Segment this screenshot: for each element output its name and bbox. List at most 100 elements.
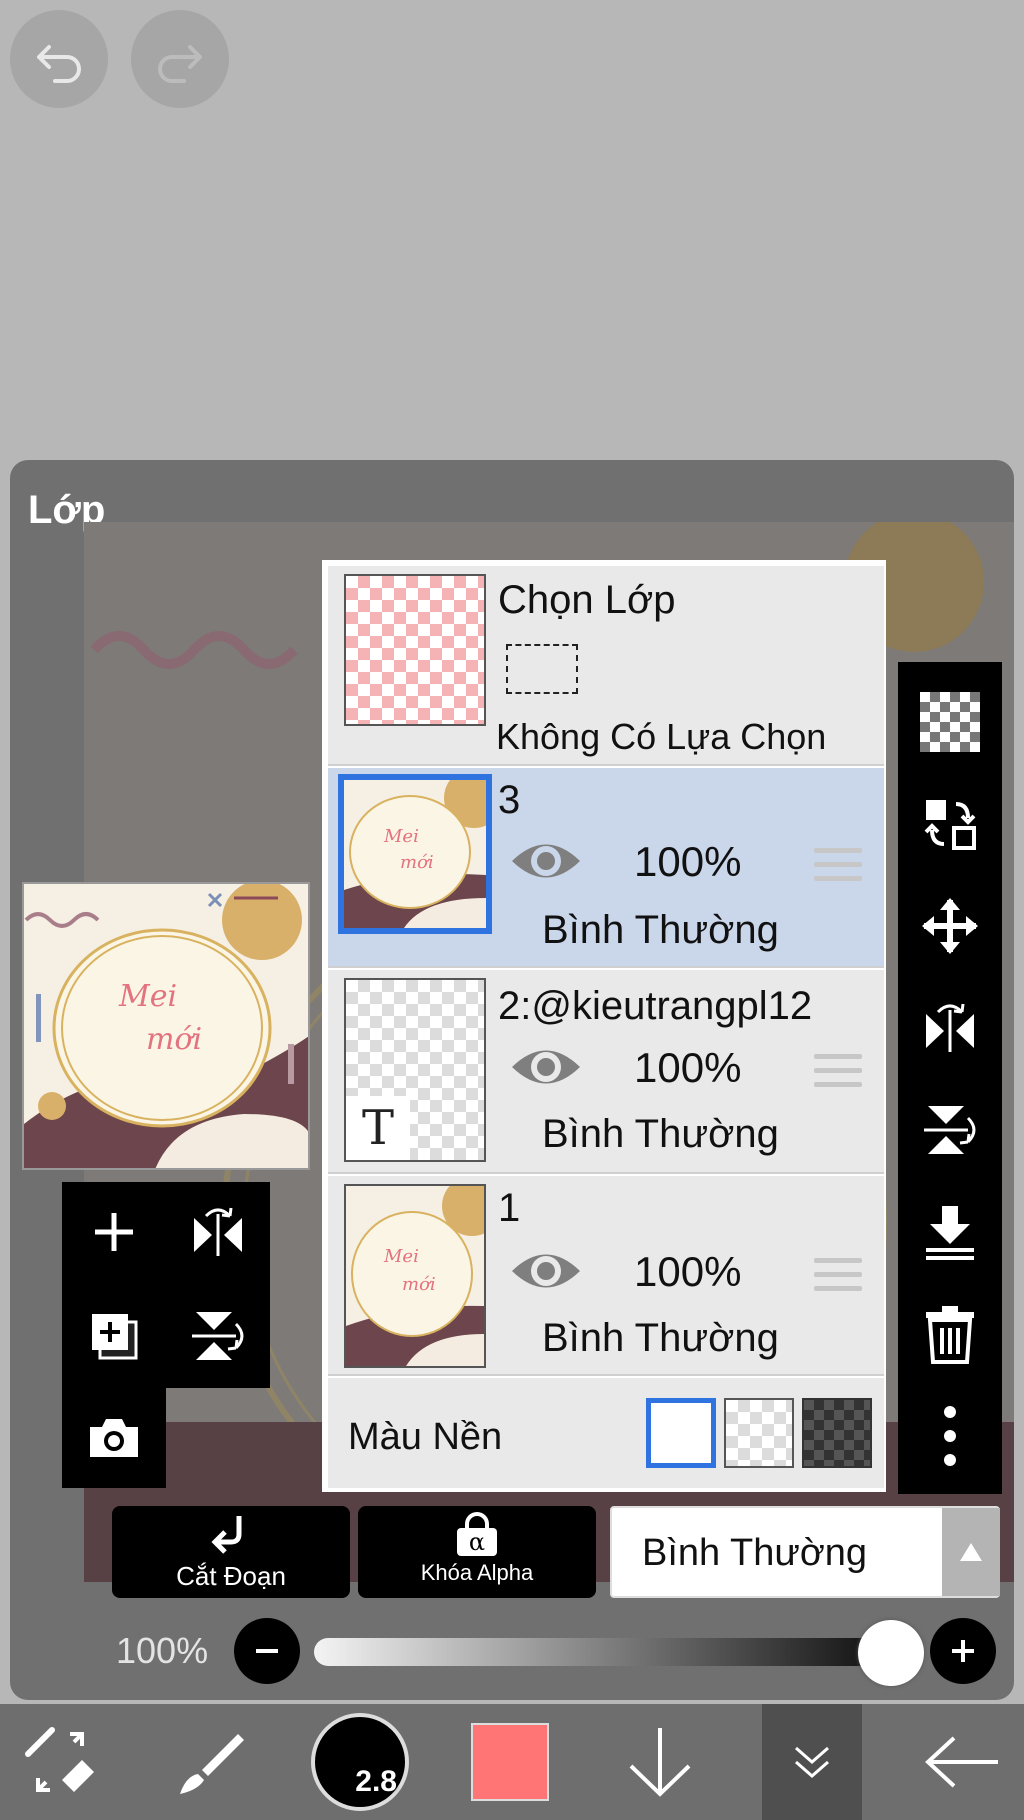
opacity-decrease-button[interactable] (234, 1618, 300, 1684)
layer-1-drag-handle[interactable] (814, 1258, 862, 1300)
layer-2-blend-mode: Bình Thường (542, 1112, 779, 1156)
background-white-swatch[interactable] (646, 1398, 716, 1468)
brush-eraser-swap-icon (25, 1727, 94, 1792)
layer-2-thumbnail: T (344, 978, 486, 1162)
clipping-button[interactable]: Cắt Đoạn (112, 1506, 350, 1598)
move-layer-down-button[interactable] (600, 1704, 720, 1820)
layer-1-name: 1 (498, 1186, 521, 1230)
opacity-increase-button[interactable] (930, 1618, 996, 1684)
eye-icon (512, 1050, 580, 1084)
camera-button[interactable] (62, 1388, 166, 1488)
bottom-toolbar: 2.8 (0, 1704, 1024, 1820)
layer-3-opacity: 100% (634, 838, 742, 885)
background-transparent-swatch[interactable] (724, 1398, 794, 1468)
trash-icon (926, 1306, 974, 1364)
delete-layer-button[interactable] (898, 1284, 1002, 1384)
canvas-preview: Mei mới (22, 882, 310, 1170)
background-color-label: Màu Nền (348, 1416, 503, 1458)
left-tool-palette (62, 1182, 270, 1488)
opacity-label: 100% (116, 1630, 209, 1671)
layer-3-thumbnail-art: Mei mới (344, 780, 486, 928)
flip-h-icon (194, 1207, 242, 1256)
preview-artwork: Mei mới (24, 884, 308, 1168)
plus-icon (952, 1640, 974, 1662)
brush-icon (180, 1734, 244, 1794)
layer-3-thumbnail: Mei mới (338, 774, 492, 934)
layer-2-name: 2:@kieutrangpl12 (498, 984, 813, 1028)
brush-size-indicator: 2.8 (311, 1713, 409, 1811)
redo-icon (158, 45, 202, 83)
arrow-left-icon (925, 1736, 998, 1788)
back-button[interactable] (900, 1704, 1024, 1820)
blend-mode-select[interactable]: Bình Thường (610, 1506, 1000, 1598)
duplicate-layer-button[interactable] (62, 1286, 166, 1386)
flip-v-icon (192, 1312, 244, 1360)
opacity-slider-track[interactable] (314, 1638, 880, 1666)
layer-2-visibility-toggle[interactable] (508, 1042, 584, 1097)
flip-v-button[interactable] (166, 1286, 270, 1386)
double-chevron-down-icon (795, 1746, 829, 1778)
triangle-up-icon (960, 1543, 982, 1561)
layer-1-visibility-toggle[interactable] (508, 1246, 584, 1301)
redo-button[interactable] (131, 10, 229, 108)
arrow-down-icon (629, 1728, 691, 1797)
camera-icon (90, 1419, 138, 1457)
alpha-glyph: α (457, 1528, 497, 1556)
layer-2-drag-handle[interactable] (814, 1054, 862, 1096)
selection-layer-subtitle: Không Có Lựa Chọn (496, 716, 827, 757)
checker-fill-button[interactable] (898, 672, 1002, 772)
layer-2-opacity: 100% (634, 1044, 742, 1091)
transfer-button[interactable] (898, 774, 1002, 874)
layer-1-thumbnail-art: Mei mới (346, 1186, 484, 1366)
duplicate-layer-icon (92, 1314, 138, 1360)
add-layer-icon (95, 1213, 133, 1251)
preview-text-1: Mei (118, 979, 177, 1014)
brush-size-button[interactable]: 2.8 (300, 1704, 420, 1820)
layer-row-3[interactable]: Mei mới 3 100% Bình Thường (328, 768, 884, 968)
layer-1-thumb-text-2: mới (402, 1274, 436, 1295)
layer-row-1[interactable]: Mei mới 1 100% Bình Thường (328, 1176, 884, 1376)
checker-icon (920, 692, 980, 752)
opacity-slider-thumb[interactable] (858, 1620, 924, 1686)
brush-tool-button[interactable] (150, 1704, 270, 1820)
layer-3-visibility-toggle[interactable] (508, 836, 584, 891)
background-color-row: Màu Nền (328, 1378, 884, 1488)
layer-row-2[interactable]: T 2:@kieutrangpl12 100% Bình Thường (328, 970, 884, 1174)
flip-h-button[interactable] (166, 1182, 270, 1282)
flip-horizontal-button[interactable] (898, 978, 1002, 1078)
clipping-label: Cắt Đoạn (176, 1561, 286, 1591)
text-layer-glyph: T (346, 1096, 410, 1160)
move-button[interactable] (898, 876, 1002, 976)
layer-3-thumb-text-2: mới (400, 852, 434, 873)
background-dark-swatch[interactable] (802, 1398, 872, 1468)
clipping-arrow-icon (211, 1516, 242, 1554)
brush-eraser-toggle-button[interactable] (0, 1704, 120, 1820)
layer-panel-toggle-button[interactable] (762, 1704, 862, 1820)
undo-button[interactable] (10, 10, 108, 108)
alpha-lock-button[interactable]: α Khóa Alpha (358, 1506, 596, 1598)
preview-text-2: mới (146, 1022, 202, 1057)
move-icon (922, 898, 978, 954)
selection-layer-row[interactable]: Chọn Lớp Không Có Lựa Chọn (328, 566, 884, 766)
brush-size-value: 2.8 (355, 1765, 397, 1798)
lock-icon: α (457, 1512, 497, 1556)
more-options-button[interactable] (898, 1386, 1002, 1486)
layer-3-name: 3 (498, 778, 521, 822)
layer-side-toolbar (898, 662, 1002, 1494)
layer-1-opacity: 100% (634, 1248, 742, 1295)
layer-3-thumb-text-1: Mei (383, 826, 419, 847)
color-picker-button[interactable] (450, 1704, 570, 1820)
layer-1-thumbnail: Mei mới (344, 1184, 486, 1368)
layer-3-drag-handle[interactable] (814, 848, 862, 890)
merge-down-button[interactable] (898, 1182, 1002, 1282)
flip-vertical-button[interactable] (898, 1080, 1002, 1180)
more-icon (944, 1406, 956, 1466)
selection-layer-title: Chọn Lớp (498, 578, 676, 622)
layer-1-thumb-text-1: Mei (383, 1246, 419, 1267)
add-layer-button[interactable] (62, 1182, 166, 1282)
flip-horizontal-icon (926, 1003, 974, 1052)
flip-vertical-icon (924, 1106, 976, 1154)
merge-down-icon (926, 1206, 974, 1260)
blend-mode-dropdown-toggle[interactable] (942, 1508, 1000, 1596)
minus-icon (256, 1649, 278, 1653)
